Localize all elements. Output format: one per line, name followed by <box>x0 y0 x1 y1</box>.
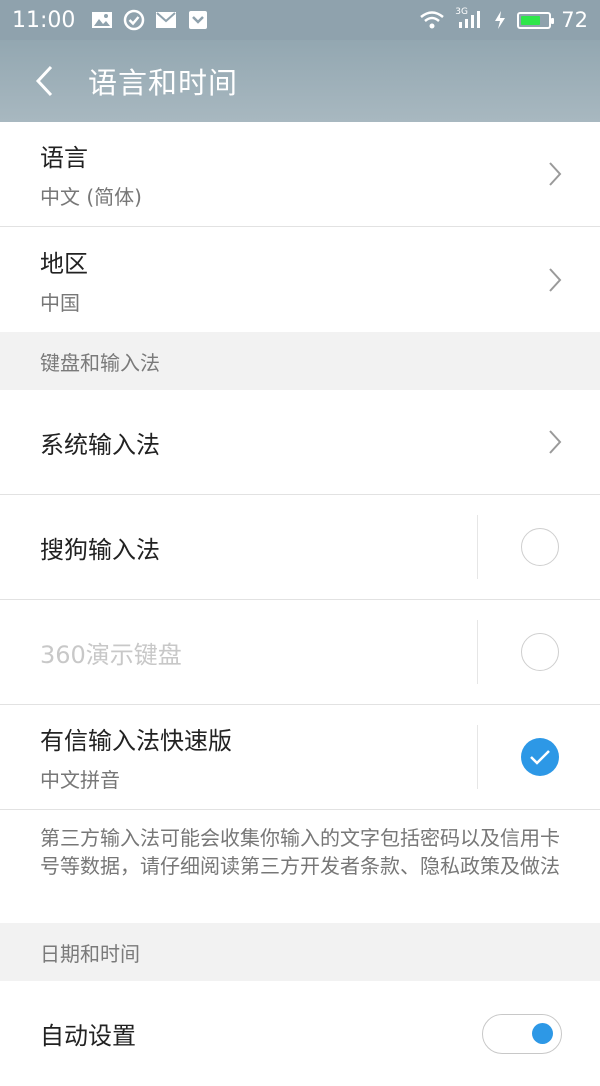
divider <box>477 725 478 789</box>
chevron-right-icon <box>549 430 562 454</box>
battery-percent: 72 <box>561 8 588 32</box>
region-title: 地区 <box>40 249 88 278</box>
sogou-ime-radio[interactable] <box>521 528 559 566</box>
wifi-icon <box>419 10 445 30</box>
shield-icon <box>187 9 209 31</box>
charging-icon <box>493 10 507 30</box>
chevron-left-icon <box>35 65 53 97</box>
auto-time-row[interactable]: 自动设置 <box>0 981 600 1086</box>
system-ime-title: 系统输入法 <box>40 430 160 459</box>
demo360-ime-title: 360演示键盘 <box>40 640 182 669</box>
status-time: 11:00 <box>12 7 76 33</box>
check-circle-icon <box>123 9 145 31</box>
chevron-right-icon <box>549 267 562 292</box>
signal-icon: 3G <box>455 7 483 30</box>
network-type-label: 3G <box>455 7 468 17</box>
battery-level <box>521 15 540 25</box>
divider <box>477 620 478 684</box>
image-icon <box>91 10 113 30</box>
page-title: 语言和时间 <box>88 66 239 100</box>
language-value: 中文 (简体) <box>40 185 142 209</box>
datetime-section-header: 日期和时间 <box>0 923 600 981</box>
status-bar: 11:00 3G 72 <box>0 0 600 40</box>
status-bar-left: 11:00 <box>12 8 209 33</box>
status-bar-right: 3G 72 <box>419 7 588 32</box>
mail-icon <box>155 10 177 30</box>
divider <box>477 515 478 579</box>
ime-privacy-notice: 第三方输入法可能会收集你输入的文字包括密码以及信用卡号等数据，请仔细阅读第三方开… <box>40 826 560 878</box>
sogou-ime-title: 搜狗输入法 <box>40 535 160 564</box>
youxin-ime-row[interactable]: 有信输入法快速版 中文拼音 <box>0 705 600 810</box>
language-title: 语言 <box>40 144 88 172</box>
keyboard-section-header: 键盘和输入法 <box>0 332 600 390</box>
sogou-ime-row[interactable]: 搜狗输入法 <box>0 495 600 600</box>
region-row[interactable]: 地区 中国 <box>0 227 600 332</box>
check-icon <box>530 750 550 765</box>
settings-list: 语言 中文 (简体) 地区 中国 键盘和输入法 系统输入法 搜狗输入法 360演… <box>0 122 600 1086</box>
back-button[interactable] <box>0 40 88 122</box>
youxin-ime-title: 有信输入法快速版 <box>40 727 232 755</box>
toggle-knob <box>532 1022 553 1044</box>
region-value: 中国 <box>40 290 80 315</box>
auto-time-toggle[interactable] <box>482 1013 562 1054</box>
auto-time-title: 自动设置 <box>40 1022 136 1050</box>
system-ime-row[interactable]: 系统输入法 <box>0 390 600 495</box>
chevron-right-icon <box>549 162 562 186</box>
demo360-ime-row[interactable]: 360演示键盘 <box>0 600 600 705</box>
youxin-ime-radio[interactable] <box>521 738 559 776</box>
demo360-ime-radio[interactable] <box>521 633 559 671</box>
title-bar: 语言和时间 <box>0 40 600 122</box>
youxin-ime-subtitle: 中文拼音 <box>40 768 120 792</box>
language-row[interactable]: 语言 中文 (简体) <box>0 122 600 227</box>
battery-icon <box>517 11 555 29</box>
